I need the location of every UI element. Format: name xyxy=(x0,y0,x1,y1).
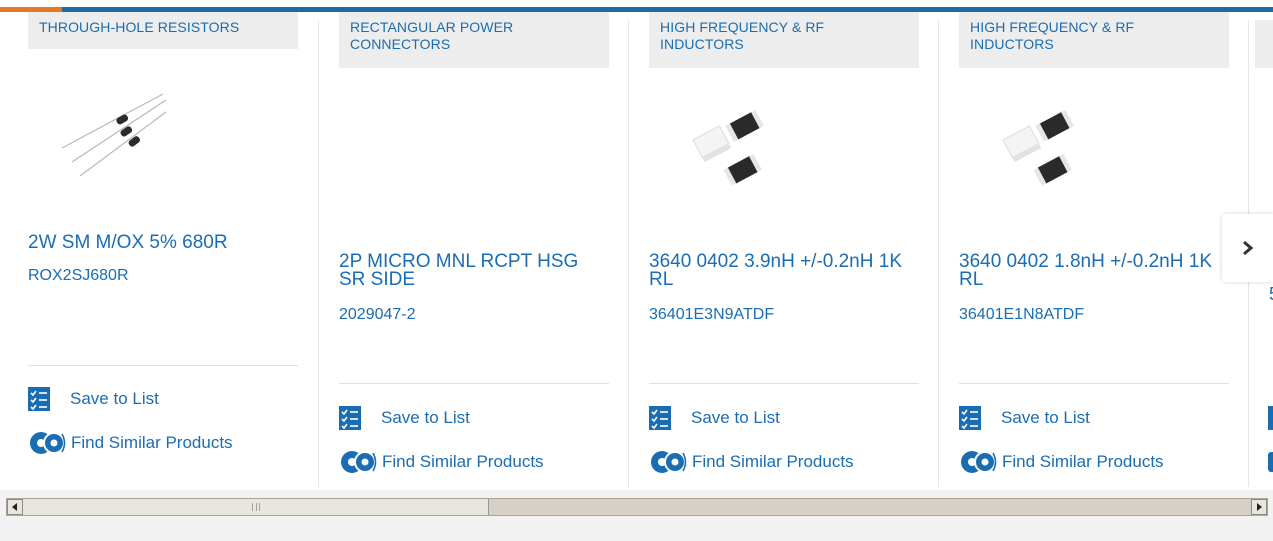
part-number[interactable]: 36401E3N9ATDF xyxy=(649,306,774,324)
find-similar-label: Find Similar Products xyxy=(1002,452,1164,471)
find-similar-button[interactable]: Find Similar Products xyxy=(28,430,233,456)
next-card-gears-icon xyxy=(1268,452,1273,472)
save-to-list-button[interactable]: Save to List xyxy=(28,387,159,411)
part-number[interactable]: ROX2SJ680R xyxy=(28,267,129,285)
save-to-list-label: Save to List xyxy=(381,408,470,427)
separator xyxy=(959,383,1229,384)
find-similar-button[interactable]: Find Similar Products xyxy=(339,449,544,475)
find-similar-label: Find Similar Products xyxy=(692,452,854,471)
find-similar-label: Find Similar Products xyxy=(382,452,544,471)
save-to-list-button[interactable]: Save to List xyxy=(649,406,780,430)
gears-icon xyxy=(30,432,66,454)
grip-icon xyxy=(251,503,260,511)
category-label[interactable]: HIGH FREQUENCY & RF INDUCTORS xyxy=(959,12,1229,68)
inductor-chip-image[interactable] xyxy=(687,109,777,195)
product-card: HIGH FREQUENCY & RF INDUCTORS 3640 0402 … xyxy=(649,12,929,488)
scroll-left-button[interactable] xyxy=(7,499,23,515)
product-card: THROUGH-HOLE RESISTORS 2W SM M/OX 5% 680… xyxy=(28,12,308,488)
checklist-icon xyxy=(28,387,50,411)
card-divider xyxy=(938,20,939,487)
part-number[interactable]: 2029047-2 xyxy=(339,306,416,324)
gears-icon xyxy=(961,451,997,473)
save-to-list-label: Save to List xyxy=(1001,408,1090,427)
scroll-right-button[interactable] xyxy=(1251,499,1267,515)
product-carousel: THROUGH-HOLE RESISTORS 2W SM M/OX 5% 680… xyxy=(0,0,1273,490)
gears-icon xyxy=(651,451,687,473)
arrow-right-icon xyxy=(1257,503,1262,511)
category-label[interactable]: HIGH FREQUENCY & RF INDUCTORS xyxy=(649,12,919,68)
product-card: RECTANGULAR POWER CONNECTORS 2P MICRO MN… xyxy=(339,12,619,488)
card-divider xyxy=(318,20,319,487)
next-card-title-peek: 5 xyxy=(1269,284,1273,305)
checklist-icon xyxy=(649,406,671,430)
product-title[interactable]: 2W SM M/OX 5% 680R xyxy=(28,233,308,252)
next-card-category-peek xyxy=(1255,20,1273,68)
chevron-right-icon xyxy=(1242,240,1253,256)
separator xyxy=(339,383,609,384)
save-to-list-label: Save to List xyxy=(70,389,159,408)
scroll-thumb[interactable] xyxy=(23,499,489,515)
next-card-checklist-icon xyxy=(1268,406,1273,430)
checklist-icon xyxy=(959,406,981,430)
resistor-image[interactable] xyxy=(58,90,168,185)
part-number[interactable]: 36401E1N8ATDF xyxy=(959,306,1084,324)
save-to-list-button[interactable]: Save to List xyxy=(339,406,470,430)
save-to-list-label: Save to List xyxy=(691,408,780,427)
product-title[interactable]: 3640 0402 3.9nH +/-0.2nH 1K RL xyxy=(649,252,919,289)
product-card: HIGH FREQUENCY & RF INDUCTORS 3640 0402 … xyxy=(959,12,1239,488)
carousel-next-button[interactable] xyxy=(1222,214,1273,282)
product-title[interactable]: 3640 0402 1.8nH +/-0.2nH 1K RL xyxy=(959,252,1229,289)
find-similar-button[interactable]: Find Similar Products xyxy=(649,449,854,475)
save-to-list-button[interactable]: Save to List xyxy=(959,406,1090,430)
find-similar-label: Find Similar Products xyxy=(71,433,233,452)
gears-icon xyxy=(341,451,377,473)
separator xyxy=(649,383,919,384)
find-similar-button[interactable]: Find Similar Products xyxy=(959,449,1164,475)
checklist-icon xyxy=(339,406,361,430)
category-label[interactable]: THROUGH-HOLE RESISTORS xyxy=(28,12,298,49)
inductor-chip-image[interactable] xyxy=(997,109,1087,195)
separator xyxy=(28,365,298,366)
category-label[interactable]: RECTANGULAR POWER CONNECTORS xyxy=(339,12,609,68)
card-divider xyxy=(628,20,629,487)
horizontal-scrollbar[interactable] xyxy=(6,498,1268,516)
arrow-left-icon xyxy=(12,503,17,511)
product-title[interactable]: 2P MICRO MNL RCPT HSG SR SIDE xyxy=(339,252,609,289)
